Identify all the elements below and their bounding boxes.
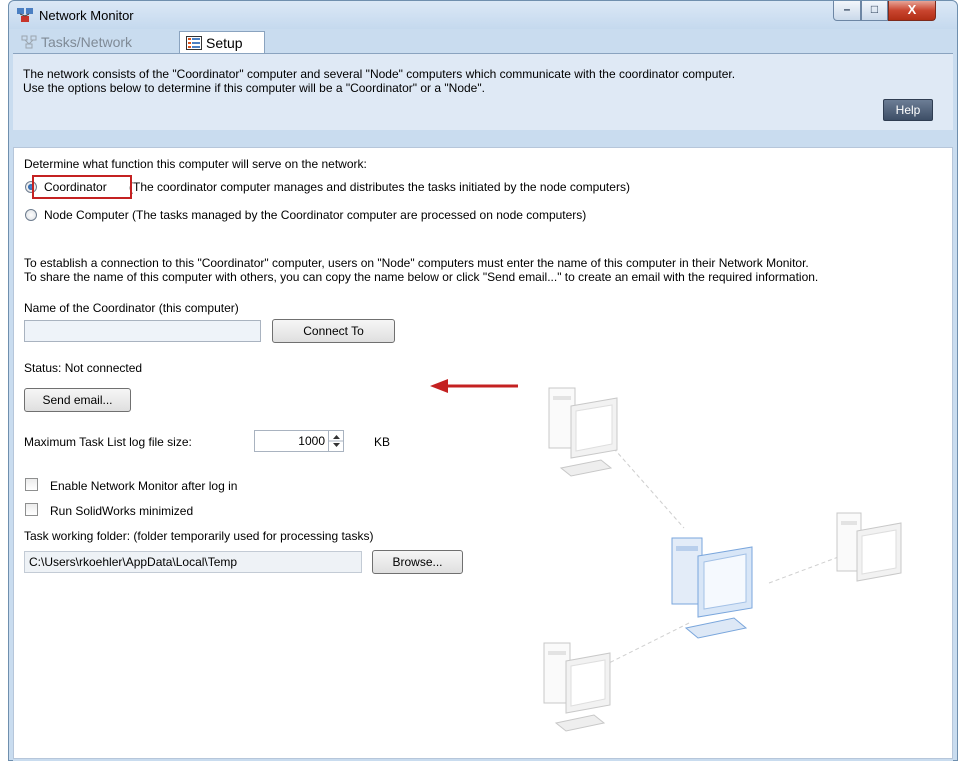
- log-size-label: Maximum Task List log file size:: [24, 435, 192, 449]
- setup-content: The network consists of the "Coordinator…: [13, 53, 953, 761]
- run-solidworks-minimized-checkbox[interactable]: [25, 503, 38, 516]
- network-monitor-window: Network Monitor – □ X Tasks/Network Setu…: [8, 0, 958, 761]
- info-line-1: The network consists of the "Coordinator…: [23, 67, 736, 81]
- send-email-button[interactable]: Send email...: [24, 388, 131, 412]
- connection-status: Status: Not connected: [24, 361, 143, 375]
- tab-setup[interactable]: Setup: [179, 31, 265, 53]
- tab-tasks-network-label: Tasks/Network: [41, 34, 133, 50]
- function-prompt: Determine what function this computer wi…: [24, 157, 367, 171]
- right-computer-icon: [836, 512, 902, 582]
- network-diagram-illustration: [543, 387, 902, 732]
- browse-button[interactable]: Browse...: [372, 550, 463, 574]
- maximize-icon: □: [870, 2, 879, 16]
- network-tab-icon: [21, 35, 37, 49]
- node-computer-label[interactable]: Node Computer (The tasks managed by the …: [44, 208, 586, 222]
- info-line-2: Use the options below to determine if th…: [23, 81, 485, 95]
- connection-line-1: To establish a connection to this "Coord…: [24, 256, 809, 270]
- title-bar[interactable]: Network Monitor – □ X: [9, 1, 957, 29]
- minimize-icon: –: [843, 2, 851, 16]
- list-settings-icon: [186, 36, 202, 50]
- help-button[interactable]: Help: [883, 99, 933, 121]
- red-arrow-icon: [430, 379, 518, 393]
- minimize-button[interactable]: –: [833, 1, 861, 21]
- node-computer-radio[interactable]: [25, 209, 37, 221]
- tab-strip: Tasks/Network Setup: [13, 29, 953, 53]
- maximize-button[interactable]: □: [861, 1, 888, 21]
- info-text: The network consists of the "Coordinator…: [23, 67, 843, 95]
- network-app-icon: [17, 8, 33, 22]
- log-size-unit: KB: [374, 435, 391, 449]
- coordinator-description: (The coordinator computer manages and di…: [129, 180, 630, 194]
- center-computer-icon: [671, 537, 753, 639]
- working-folder-label: Task working folder: (folder temporarily…: [24, 529, 374, 543]
- connect-to-button[interactable]: Connect To: [272, 319, 395, 343]
- connection-line-2: To share the name of this computer with …: [24, 270, 819, 284]
- info-box: The network consists of the "Coordinator…: [13, 54, 953, 130]
- coordinator-highlight: [32, 175, 132, 199]
- coordinator-name-label: Name of the Coordinator (this computer): [24, 301, 239, 315]
- enable-network-monitor-label[interactable]: Enable Network Monitor after log in: [50, 479, 237, 493]
- setup-panel: Determine what function this computer wi…: [13, 147, 953, 759]
- spinner-arrows-icon: [329, 435, 344, 447]
- close-button[interactable]: X: [888, 1, 936, 21]
- window-title: Network Monitor: [39, 8, 134, 23]
- run-solidworks-minimized-label[interactable]: Run SolidWorks minimized: [50, 504, 193, 518]
- tab-setup-label: Setup: [206, 35, 243, 51]
- working-folder-input[interactable]: C:\Users\rkoehler\AppData\Local\Temp: [24, 551, 362, 573]
- tab-tasks-network[interactable]: Tasks/Network: [15, 31, 163, 53]
- close-icon: X: [907, 2, 917, 17]
- bottom-left-computer-icon: [543, 642, 611, 732]
- coordinator-name-input[interactable]: [24, 320, 261, 342]
- enable-network-monitor-checkbox[interactable]: [25, 478, 38, 491]
- log-size-spinner[interactable]: [328, 431, 344, 451]
- top-left-computer-icon: [548, 387, 618, 477]
